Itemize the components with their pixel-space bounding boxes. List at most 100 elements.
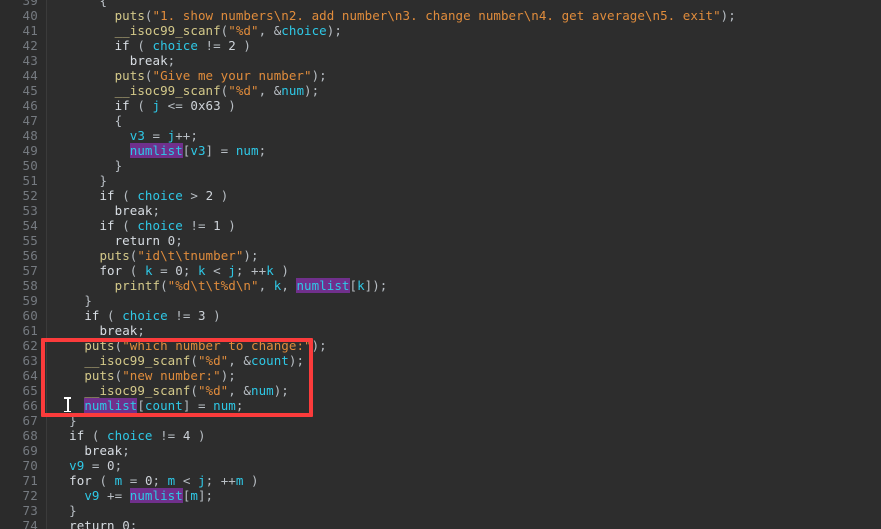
code-token: )	[243, 473, 259, 488]
line-number: 71	[22, 473, 38, 488]
code-line[interactable]: }	[47, 413, 881, 428]
code-line[interactable]: break;	[47, 443, 881, 458]
code-line[interactable]: return 0;	[47, 233, 881, 248]
code-token: return	[114, 233, 161, 248]
code-line[interactable]: v3 = j++;	[47, 128, 881, 143]
code-line[interactable]: v9 = 0;	[47, 458, 881, 473]
code-line[interactable]: numlist[count] = num;	[47, 398, 881, 413]
code-token: ;	[167, 53, 176, 68]
code-line[interactable]: }	[47, 293, 881, 308]
code-token: <	[175, 473, 198, 488]
code-token: ;	[152, 203, 161, 218]
code-line[interactable]: __isoc99_scanf("%d", &choice);	[47, 23, 881, 38]
code-line[interactable]: break;	[47, 53, 881, 68]
code-line[interactable]: if ( choice > 2 )	[47, 188, 881, 203]
line-number: 72	[22, 488, 38, 503]
code-token: puts	[114, 8, 145, 23]
code-token: __isoc99_scanf	[114, 83, 221, 98]
code-line[interactable]: __isoc99_scanf("%d", &num);	[47, 383, 881, 398]
line-number: 73	[22, 503, 38, 518]
line-number: 41	[22, 23, 38, 38]
code-line[interactable]: if ( choice != 2 )	[47, 38, 881, 53]
code-line[interactable]: printf("%d\t\t%d\n", k, numlist[k]);	[47, 278, 881, 293]
code-token: ,	[281, 278, 297, 293]
code-line[interactable]: for ( k = 0; k < j; ++k )	[47, 263, 881, 278]
code-token: 2	[228, 38, 236, 53]
code-token: }	[114, 158, 123, 173]
code-token: puts	[114, 68, 145, 83]
line-number-list: 39 40 41 42 43 44 45 46 47 48 49 50 51 52 53 54 55 56 57 58…	[0, 0, 47, 529]
code-token: choice	[152, 38, 198, 53]
code-token: {	[99, 0, 108, 8]
code-token: 0	[122, 518, 130, 529]
code-line[interactable]: }	[47, 158, 881, 173]
code-line[interactable]: for ( m = 0; m < j; ++m )	[47, 473, 881, 488]
code-token: if	[69, 428, 85, 443]
line-number: 74	[22, 518, 38, 529]
code-token: k	[357, 278, 365, 293]
code-token: "%d"	[197, 353, 229, 368]
code-line[interactable]: numlist[v3] = num;	[47, 143, 881, 158]
line-number: 42	[22, 38, 38, 53]
code-token: )	[190, 428, 206, 443]
line-number: 66	[22, 398, 38, 413]
code-token: __isoc99_scanf	[84, 353, 191, 368]
code-line[interactable]: }	[47, 503, 881, 518]
code-line[interactable]: puts("Give me your number");	[47, 68, 881, 83]
code-line[interactable]: {	[47, 113, 881, 128]
code-token: {	[114, 113, 123, 128]
code-line[interactable]: __isoc99_scanf("%d", &count);	[47, 353, 881, 368]
code-line[interactable]: break;	[47, 203, 881, 218]
code-line[interactable]: if ( choice != 3 )	[47, 308, 881, 323]
code-token: (	[122, 263, 145, 278]
code-token: 0	[107, 458, 115, 473]
line-number: 39	[22, 0, 38, 8]
line-number: 51	[22, 173, 38, 188]
code-token: ,	[258, 278, 274, 293]
code-line[interactable]: }	[47, 173, 881, 188]
code-token: , &	[258, 23, 282, 38]
code-token: (	[160, 278, 168, 293]
code-line[interactable]: puts("which number to change:");	[47, 338, 881, 353]
code-line[interactable]: {	[47, 0, 881, 8]
code-token: __isoc99_scanf	[84, 383, 191, 398]
pseudocode-editor[interactable]: 39 40 41 42 43 44 45 46 47 48 49 50 51 52 53 54 55 56 57 58…	[0, 0, 881, 529]
code-line[interactable]: if ( choice != 1 )	[47, 218, 881, 233]
code-token: )	[220, 98, 236, 113]
code-line[interactable]: v9 += numlist[m];	[47, 488, 881, 503]
code-token: count	[144, 398, 183, 413]
code-line[interactable]: if ( j <= 0x63 )	[47, 98, 881, 113]
code-line[interactable]: __isoc99_scanf("%d", &num);	[47, 83, 881, 98]
code-line[interactable]: puts("1. show numbers\n2. add number\n3.…	[47, 8, 881, 23]
line-number: 46	[22, 98, 38, 113]
code-line[interactable]: puts("new number:");	[47, 368, 881, 383]
code-token: <	[205, 263, 229, 278]
code-token: if	[99, 188, 115, 203]
line-number: 58	[22, 278, 38, 293]
code-token: (	[99, 308, 123, 323]
code-line[interactable]: return 0;	[47, 518, 881, 529]
code-text-area[interactable]: { puts("1. show numbers\n2. add number\n…	[47, 0, 881, 529]
code-token: );	[311, 338, 327, 353]
code-token: =	[84, 458, 108, 473]
line-number: 65	[22, 383, 38, 398]
code-line[interactable]: if ( choice != 4 )	[47, 428, 881, 443]
code-line[interactable]: puts("id\t\tnumber");	[47, 248, 881, 263]
code-line[interactable]: break;	[47, 323, 881, 338]
